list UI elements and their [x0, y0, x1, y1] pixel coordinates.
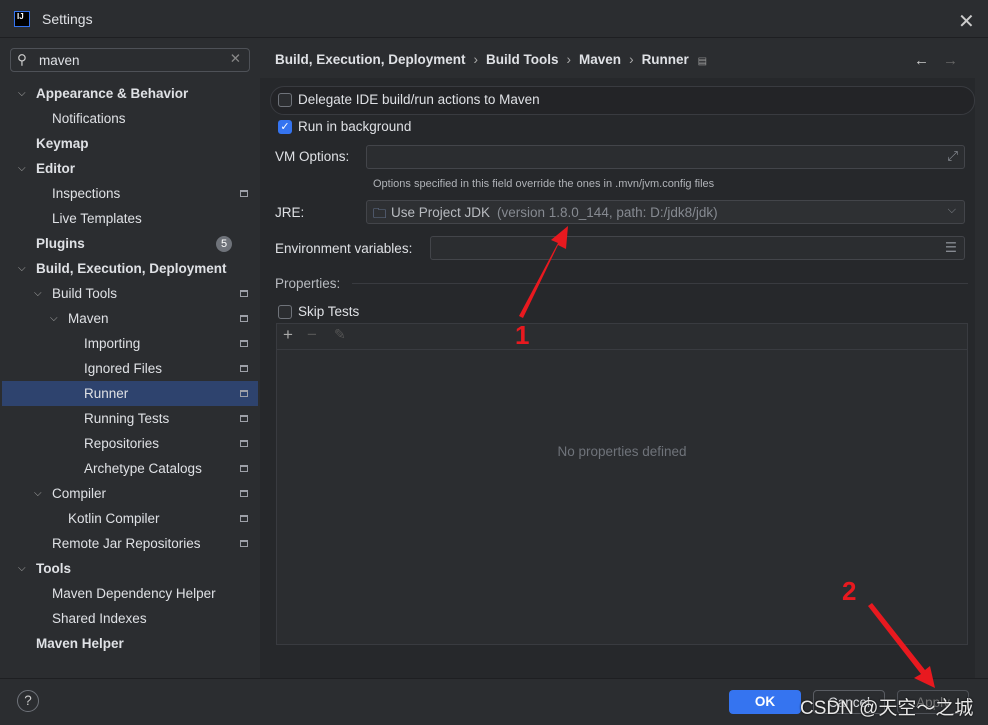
arrow-2	[868, 603, 935, 688]
annotation-1: 1	[515, 320, 530, 350]
arrow-1	[519, 226, 568, 318]
annotation-2: 2	[842, 576, 857, 606]
annotation-arrows	[519, 226, 935, 688]
